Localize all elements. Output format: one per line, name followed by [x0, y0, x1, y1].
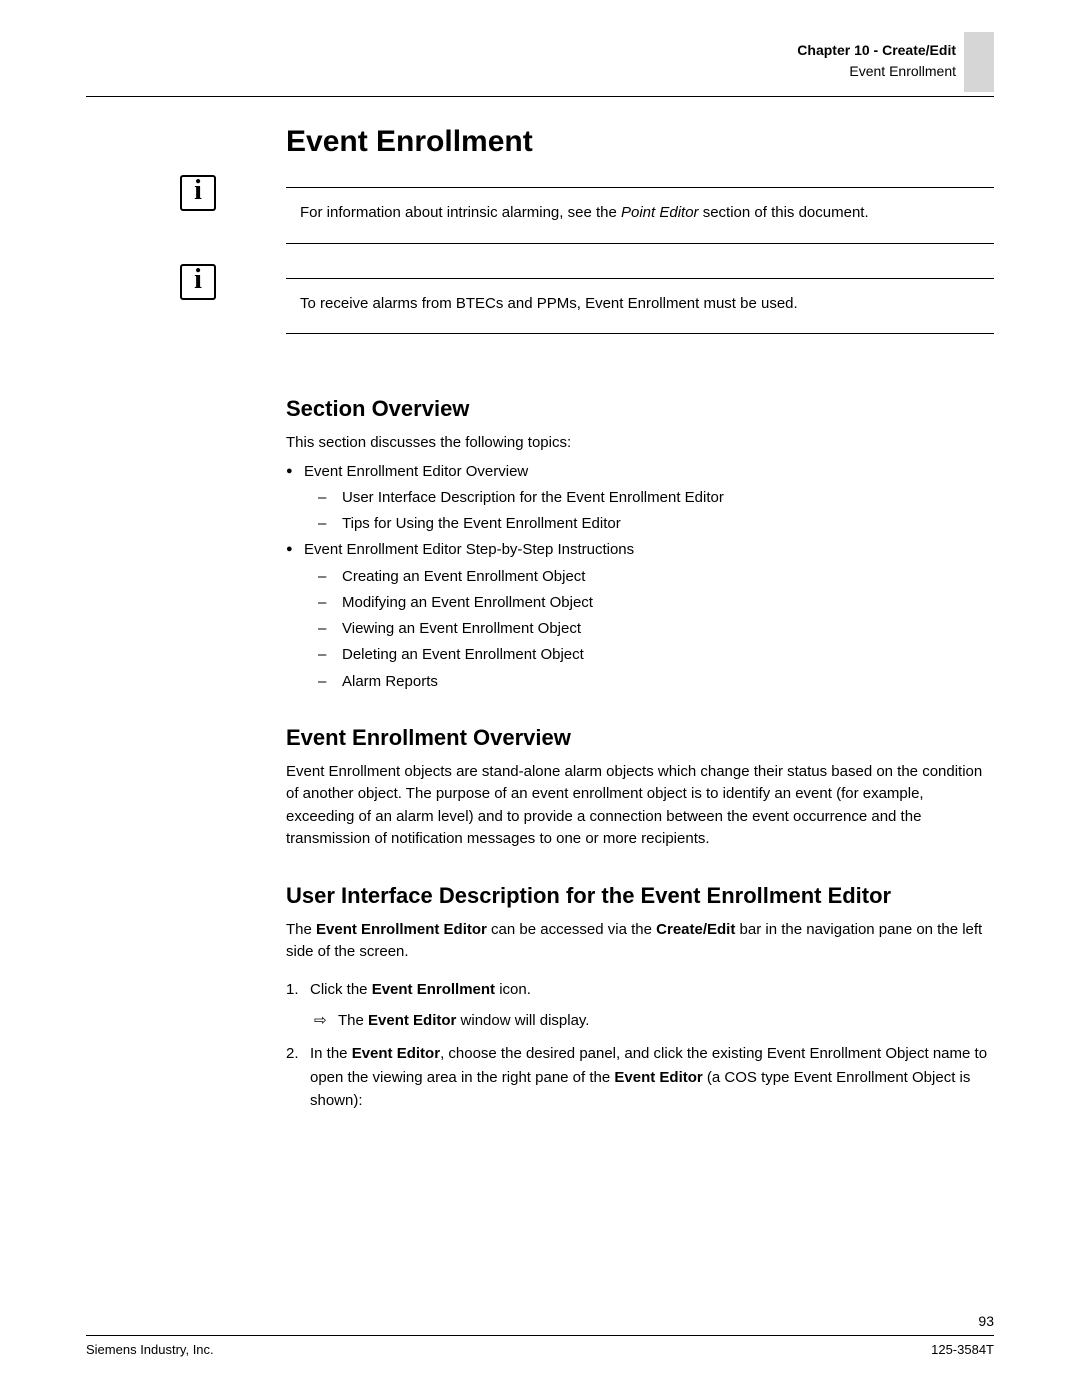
header-divider [86, 96, 994, 97]
list-item: The Event Editor window will display. [338, 1009, 994, 1032]
list-item: In the Event Editor, choose the desired … [310, 1042, 994, 1112]
topic-list: Event Enrollment Editor Overview User In… [286, 459, 994, 695]
result-sub-list: The Event Editor window will display. [310, 1009, 994, 1032]
content-area: i i Event Enrollment For information abo… [86, 125, 994, 1122]
info-note: For information about intrinsic alarming… [286, 187, 994, 244]
header-tab-marker [964, 32, 994, 92]
header-section-label: Event Enrollment [797, 61, 956, 82]
list-item: Event Enrollment Editor Step-by-Step Ins… [304, 537, 994, 695]
text-span: The [338, 1012, 368, 1029]
text-span: can be accessed via the [487, 921, 656, 938]
page-number: 93 [978, 1313, 994, 1329]
main-content-column: Event Enrollment For information about i… [286, 125, 994, 1122]
text-span: The [286, 921, 316, 938]
list-item: Alarm Reports [342, 669, 994, 695]
step-list: Click the Event Enrollment icon. The Eve… [286, 978, 994, 1112]
sub-list: Creating an Event Enrollment Object Modi… [304, 564, 994, 695]
text-bold: Event Enrollment [372, 981, 495, 998]
text-span: In the [310, 1045, 352, 1062]
page-header: Chapter 10 - Create/Edit Event Enrollmen… [86, 32, 994, 92]
body-paragraph: This section discusses the following top… [286, 432, 994, 455]
section-heading: Section Overview [286, 396, 994, 422]
text-bold: Create/Edit [656, 921, 735, 938]
list-item-label: Event Enrollment Editor Step-by-Step Ins… [304, 541, 634, 558]
text-bold: Event Editor [352, 1045, 440, 1062]
text-span: Click the [310, 981, 372, 998]
list-item: Tips for Using the Event Enrollment Edit… [342, 511, 994, 537]
text-span: window will display. [456, 1012, 589, 1029]
info-icon: i [180, 264, 216, 300]
header-text: Chapter 10 - Create/Edit Event Enrollmen… [797, 40, 956, 82]
footer-divider [86, 1335, 994, 1336]
note-text: section of this document. [699, 204, 869, 221]
list-item: Deleting an Event Enrollment Object [342, 642, 994, 668]
text-bold: Event Editor [368, 1012, 456, 1029]
list-item: Event Enrollment Editor Overview User In… [304, 459, 994, 538]
header-chapter-label: Chapter 10 - Create/Edit [797, 40, 956, 61]
body-paragraph: Event Enrollment objects are stand-alone… [286, 761, 994, 851]
footer-row: Siemens Industry, Inc. 125-3584T [86, 1342, 994, 1357]
list-item: User Interface Description for the Event… [342, 485, 994, 511]
sub-list: User Interface Description for the Event… [304, 485, 994, 538]
document-page: Chapter 10 - Create/Edit Event Enrollmen… [0, 0, 1080, 1397]
left-margin-column: i i [86, 125, 286, 1122]
list-item: Click the Event Enrollment icon. The Eve… [310, 978, 994, 1033]
section-heading: User Interface Description for the Event… [286, 883, 994, 909]
page-title: Event Enrollment [286, 125, 994, 159]
text-bold: Event Enrollment Editor [316, 921, 487, 938]
text-bold: Event Editor [614, 1069, 702, 1086]
list-item: Creating an Event Enrollment Object [342, 564, 994, 590]
list-item: Modifying an Event Enrollment Object [342, 590, 994, 616]
section-heading: Event Enrollment Overview [286, 725, 994, 751]
footer-right-text: 125-3584T [931, 1342, 994, 1357]
list-item: Viewing an Event Enrollment Object [342, 616, 994, 642]
page-footer: 93 Siemens Industry, Inc. 125-3584T [86, 1335, 994, 1357]
note-text: For information about intrinsic alarming… [300, 204, 621, 221]
note-text-italic: Point Editor [621, 204, 699, 221]
body-paragraph: The Event Enrollment Editor can be acces… [286, 919, 994, 964]
info-icon: i [180, 175, 216, 211]
footer-left-text: Siemens Industry, Inc. [86, 1342, 214, 1357]
text-span: icon. [495, 981, 531, 998]
note-text: To receive alarms from BTECs and PPMs, E… [300, 295, 798, 312]
info-note: To receive alarms from BTECs and PPMs, E… [286, 278, 994, 335]
list-item-label: Event Enrollment Editor Overview [304, 463, 528, 480]
